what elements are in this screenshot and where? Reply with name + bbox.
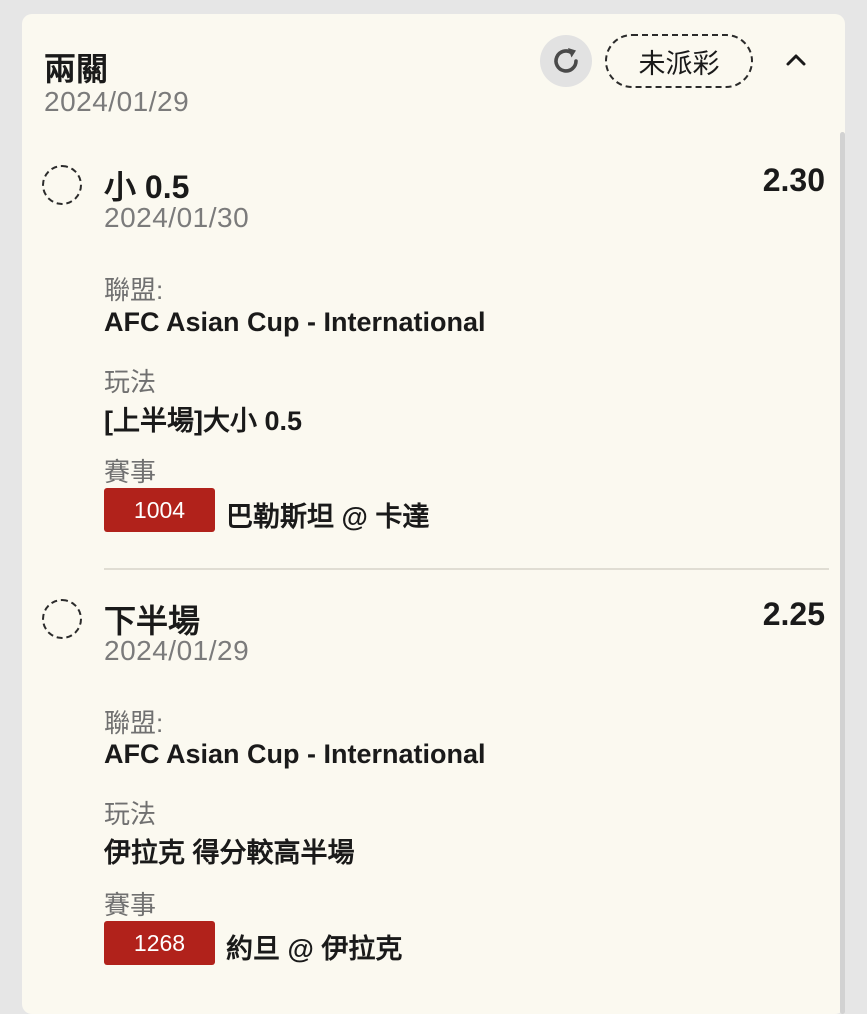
scrollbar[interactable] (840, 132, 845, 1014)
leg-radio[interactable] (42, 599, 82, 639)
leg-odds: 2.25 (762, 596, 825, 632)
leg-odds: 2.30 (762, 162, 825, 198)
leg-date: 2024/01/30 (104, 202, 250, 233)
market-value: [上半場]大小 0.5 (104, 406, 303, 436)
refresh-button[interactable] (540, 35, 592, 87)
event-id-badge: 1004 (104, 488, 215, 532)
market-label: 玩法 (104, 367, 157, 397)
event-label: 賽事 (104, 457, 157, 487)
bet-date: 2024/01/29 (44, 86, 190, 117)
leg-date: 2024/01/29 (104, 635, 250, 666)
refresh-icon (554, 48, 578, 73)
event-id-badge: 1268 (104, 921, 215, 965)
league-label: 聯盟: (104, 275, 164, 305)
leg-radio[interactable] (42, 165, 82, 205)
league-value: AFC Asian Cup - International (104, 307, 486, 337)
event-name: 巴勒斯坦 @ 卡達 (226, 502, 430, 532)
event-label: 賽事 (104, 890, 157, 920)
league-value: AFC Asian Cup - International (104, 739, 486, 769)
status-badge: 未派彩 (605, 34, 753, 88)
league-label: 聯盟: (104, 708, 164, 738)
bet-card: 兩關 2024/01/29 未派彩 小 0.5 2.30 2024/01/30 … (22, 14, 845, 1014)
event-name: 約旦 @ 伊拉克 (226, 934, 403, 964)
collapse-button[interactable] (780, 44, 812, 76)
market-label: 玩法 (104, 799, 157, 829)
leg-divider (104, 568, 829, 570)
bet-type-title: 兩關 (44, 51, 109, 87)
market-value: 伊拉克 得分較高半場 (104, 838, 355, 868)
chevron-up-icon (786, 54, 806, 66)
